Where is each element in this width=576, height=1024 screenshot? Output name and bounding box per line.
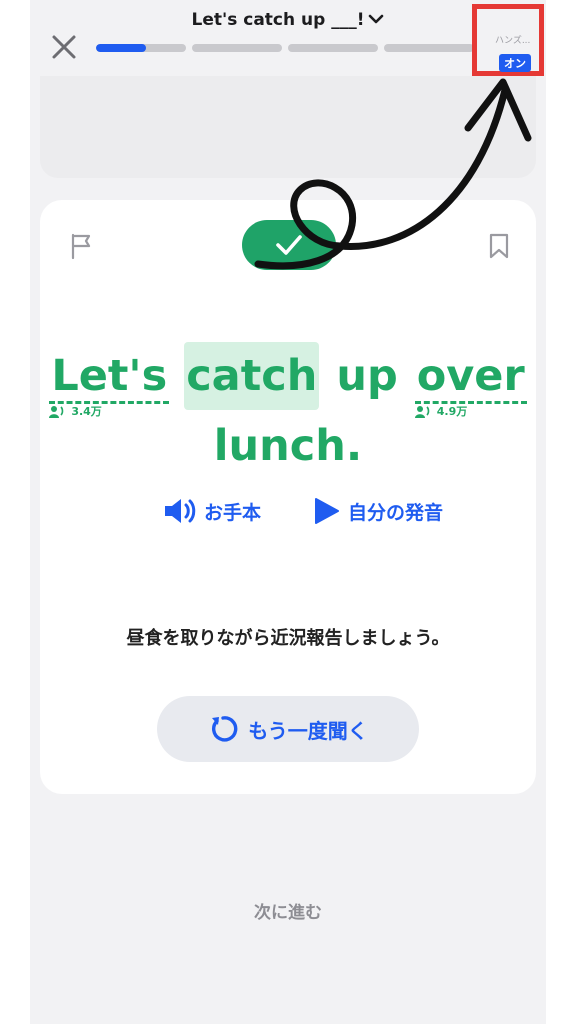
check-icon: [276, 235, 302, 255]
replay-button[interactable]: もう一度聞く: [157, 696, 419, 762]
listener-icon: [414, 406, 430, 418]
progress-segment: [96, 44, 186, 52]
pronunciation-count-over: 4.9万: [414, 405, 468, 419]
my-pronunciation-label: 自分の発音: [348, 501, 444, 524]
hands-free-label: ハンズ...: [495, 36, 531, 46]
hands-free-toggle[interactable]: ハンズ... オン: [472, 4, 544, 76]
sentence-card: Let's 3.4万 catch up over 4.9万 lunch. お手本: [40, 200, 536, 794]
word-lunch[interactable]: lunch.: [212, 412, 364, 480]
speaker-icon: [165, 499, 196, 523]
hands-free-status: オン: [499, 54, 531, 72]
replay-icon: [212, 716, 238, 742]
report-button[interactable]: [68, 232, 96, 260]
pronunciation-count-lets: 3.4万: [49, 405, 102, 419]
sentence-line-1: Let's 3.4万 catch up over 4.9万: [40, 342, 536, 418]
word-text: up: [336, 351, 398, 401]
word-catch[interactable]: catch: [184, 342, 320, 410]
word-over[interactable]: over 4.9万: [414, 351, 527, 418]
progress-segment: [288, 44, 378, 52]
sentence-line-2: lunch.: [40, 412, 536, 480]
word-lets[interactable]: Let's 3.4万: [49, 351, 170, 418]
progress-segment: [192, 44, 282, 52]
progress-fill: [96, 44, 146, 52]
word-text: over: [416, 351, 525, 401]
word-text: catch: [186, 351, 318, 401]
audio-controls: お手本 自分の発音: [40, 496, 536, 526]
next-button[interactable]: 次に進む: [30, 898, 546, 923]
correct-badge: [242, 220, 336, 270]
listener-icon: [49, 406, 64, 418]
screen: Let's catch up ___! ハンズ... オン Let's 3.4万…: [0, 0, 576, 1024]
word-up[interactable]: up: [334, 342, 399, 410]
close-icon: [52, 35, 76, 59]
lesson-title: Let's catch up ___!: [191, 10, 365, 30]
previous-card: [40, 76, 536, 178]
progress-segment: [384, 44, 474, 52]
chevron-down-icon: [368, 10, 384, 30]
count-text: 3.4万: [71, 405, 102, 418]
model-audio-label: お手本: [204, 501, 262, 524]
lesson-progress: [96, 44, 474, 52]
replay-label: もう一度聞く: [248, 718, 368, 743]
my-pronunciation-button[interactable]: 自分の発音: [312, 496, 443, 526]
flag-icon: [71, 233, 91, 260]
count-text: 4.9万: [436, 405, 468, 418]
bookmark-button[interactable]: [486, 232, 512, 260]
close-button[interactable]: [50, 33, 78, 61]
translation-text: 昼食を取りながら近況報告しましょう。: [126, 628, 450, 649]
play-icon: [315, 498, 339, 524]
sentence: Let's 3.4万 catch up over 4.9万 lunch.: [40, 342, 536, 480]
model-audio-button[interactable]: お手本: [162, 496, 261, 526]
word-text: Let's: [51, 351, 168, 401]
bookmark-icon: [489, 233, 509, 259]
